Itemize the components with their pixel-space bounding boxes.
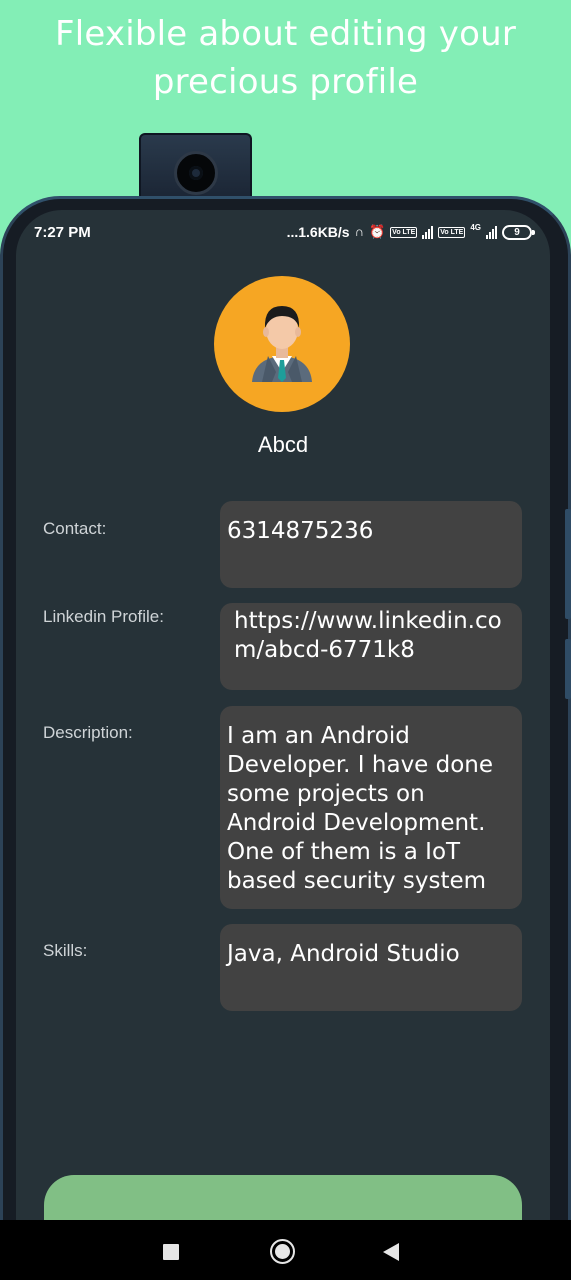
- headline-line-2: precious profile: [152, 62, 419, 102]
- app-screen: 7:27 PM ...1.6KB/s ∩ ⏰ Vo LTE Vo LTE 4G …: [16, 210, 550, 1280]
- promo-headline: Flexible about editing your precious pro…: [0, 10, 571, 106]
- status-time: 7:27 PM: [34, 224, 91, 241]
- profile-name: Abcd: [257, 432, 309, 457]
- signal-icon-1: [422, 225, 434, 239]
- triangle-back-icon[interactable]: [383, 1243, 399, 1261]
- network-type: 4G: [470, 223, 481, 232]
- camera-lens-icon: [174, 151, 218, 195]
- alarm-off-icon: ⏰: [368, 224, 386, 239]
- description-label: Description:: [43, 723, 133, 742]
- volume-button: [565, 509, 571, 619]
- contact-label: Contact:: [43, 519, 107, 538]
- description-field[interactable]: I am an Android Developer. I have done s…: [220, 706, 522, 909]
- square-recents-icon[interactable]: [163, 1244, 179, 1260]
- businessman-avatar-icon[interactable]: [214, 276, 350, 412]
- volte-tag-1: Vo LTE: [390, 226, 418, 238]
- navigation-bar: [0, 1220, 571, 1280]
- popup-camera: [139, 133, 252, 203]
- net-speed: ...1.6KB/s: [286, 224, 350, 240]
- volte-tag-2: Vo LTE: [438, 226, 466, 238]
- skills-label: Skills:: [43, 941, 88, 960]
- headline-line-1: Flexible about editing your: [54, 14, 517, 54]
- circle-home-icon[interactable]: [270, 1239, 295, 1264]
- linkedin-field[interactable]: https://www.linkedin.com/abcd-6771k8: [220, 603, 522, 690]
- status-bar: 7:27 PM ...1.6KB/s ∩ ⏰ Vo LTE Vo LTE 4G …: [16, 210, 550, 256]
- power-button: [565, 639, 571, 699]
- battery-icon: 9: [502, 224, 535, 240]
- status-icons: ...1.6KB/s ∩ ⏰ Vo LTE Vo LTE 4G 9: [286, 223, 535, 240]
- linkedin-label: Linkedin Profile:: [43, 607, 164, 626]
- contact-field[interactable]: 6314875236: [220, 501, 522, 588]
- headset-icon: ∩: [354, 224, 364, 239]
- signal-icon-2: [486, 225, 497, 239]
- skills-field[interactable]: Java, Android Studio: [220, 924, 522, 1011]
